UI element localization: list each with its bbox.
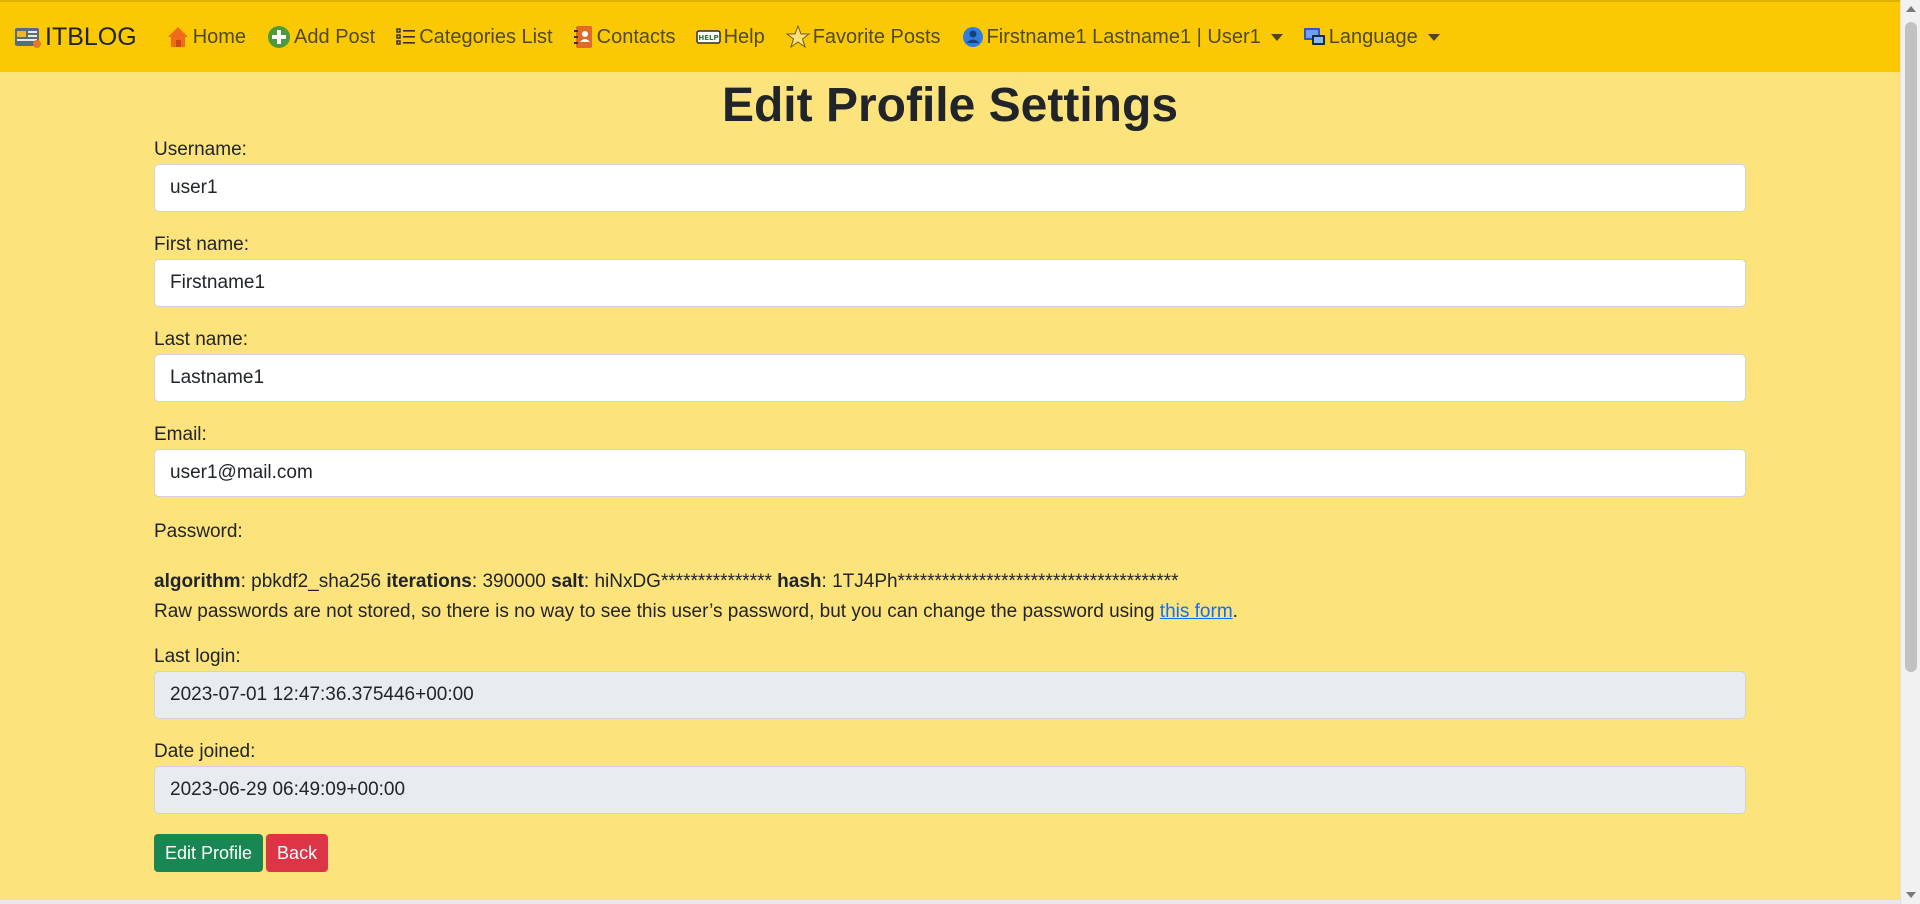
star-icon	[785, 24, 811, 50]
page-title: Edit Profile Settings	[721, 79, 1179, 132]
username-label: Username:	[154, 139, 247, 160]
nav-user-label: Firstname1 Lastname1 | User1	[986, 25, 1261, 48]
nav-contacts[interactable]: Contacts	[573, 24, 676, 50]
blog-logo-icon	[14, 25, 42, 49]
email-input[interactable]: user1@mail.com	[154, 449, 1746, 497]
scroll-up-icon[interactable]	[1906, 6, 1916, 12]
chevron-down-icon	[1427, 33, 1440, 41]
chevron-down-icon	[1270, 33, 1283, 41]
password-label: Password:	[154, 521, 243, 542]
nav-language-label: Language	[1328, 25, 1418, 48]
form-actions: Edit Profile Back	[154, 834, 1746, 872]
email-label: Email:	[154, 424, 207, 445]
user-icon	[961, 25, 985, 49]
home-icon	[165, 24, 191, 50]
email-group: Email: user1@mail.com	[154, 421, 1746, 497]
nav-add-post-label: Add Post	[294, 25, 376, 48]
hash-key: hash	[777, 571, 822, 592]
brand-label: ITBLOG	[45, 22, 137, 51]
list-icon	[395, 26, 417, 48]
nav-home-label: Home	[192, 25, 247, 48]
username-group: Username: user1	[154, 136, 1746, 212]
change-password-link[interactable]: this form	[1160, 601, 1233, 622]
help-icon: HELP	[695, 29, 722, 45]
first-name-group: First name: Firstname1	[154, 231, 1746, 307]
date-joined-group: Date joined: 2023-06-29 06:49:09+00:00	[154, 738, 1746, 814]
hash-value: 1TJ4Ph**********************************…	[832, 571, 1179, 592]
nav-favorite-label: Favorite Posts	[812, 25, 941, 48]
nav-contacts-label: Contacts	[596, 25, 676, 48]
password-group: Password: algorithm: pbkdf2_sha256 itera…	[154, 517, 1746, 627]
password-help-body: Raw passwords are not stored, so there i…	[154, 601, 1160, 622]
username-input[interactable]: user1	[154, 164, 1746, 212]
password-help-text: Raw passwords are not stored, so there i…	[154, 597, 1746, 627]
nav-add-post[interactable]: Add Post	[266, 24, 375, 50]
password-help-end: .	[1232, 601, 1238, 622]
vertical-scrollbar[interactable]	[1900, 0, 1920, 904]
password-hash-info: algorithm: pbkdf2_sha256 iterations: 390…	[154, 571, 1179, 592]
plus-circle-icon	[266, 24, 292, 50]
last-login-field: 2023-07-01 12:47:36.375446+00:00	[154, 671, 1746, 719]
edit-profile-button[interactable]: Edit Profile	[154, 834, 264, 872]
nav-categories-list[interactable]: Categories List	[395, 25, 553, 49]
salt-key: salt	[551, 571, 584, 592]
nav-help[interactable]: HELP Help	[695, 25, 765, 49]
date-joined-field: 2023-06-29 06:49:09+00:00	[154, 766, 1746, 814]
nav-categories-label: Categories List	[419, 25, 553, 48]
last-login-label: Last login:	[154, 646, 241, 667]
algorithm-value: pbkdf2_sha256	[251, 571, 382, 592]
last-login-group: Last login: 2023-07-01 12:47:36.375446+0…	[154, 643, 1746, 719]
last-name-group: Last name: Lastname1	[154, 326, 1746, 402]
nav-favorite-posts[interactable]: Favorite Posts	[785, 24, 941, 50]
iterations-value: 390000	[482, 571, 546, 592]
first-name-input[interactable]: Firstname1	[154, 259, 1746, 307]
brand-logo[interactable]: ITBLOG	[14, 23, 137, 52]
scrollbar-thumb[interactable]	[1905, 22, 1917, 672]
svg-text:HELP: HELP	[698, 34, 718, 42]
nav-home[interactable]: Home	[165, 24, 246, 50]
nav-help-label: Help	[723, 25, 765, 48]
iterations-key: iterations	[386, 571, 472, 592]
date-joined-label: Date joined:	[154, 741, 256, 762]
profile-form-container: Edit Profile Settings Username: user1 Fi…	[154, 72, 1746, 872]
nav-language-dropdown[interactable]: Language	[1303, 26, 1440, 49]
address-book-icon	[573, 24, 595, 50]
language-icon	[1303, 26, 1327, 48]
last-name-label: Last name:	[154, 329, 248, 350]
last-name-input[interactable]: Lastname1	[154, 354, 1746, 402]
top-navbar: ITBLOG Home Add Post Categories List Con…	[0, 0, 1900, 72]
scroll-down-icon[interactable]	[1906, 892, 1916, 898]
nav-user-dropdown[interactable]: Firstname1 Lastname1 | User1	[961, 25, 1283, 49]
algorithm-key: algorithm	[154, 571, 241, 592]
salt-value: hiNxDG***************	[594, 571, 772, 592]
back-button[interactable]: Back	[266, 834, 329, 872]
horizontal-scrollbar-track	[0, 900, 1900, 904]
first-name-label: First name:	[154, 234, 250, 255]
